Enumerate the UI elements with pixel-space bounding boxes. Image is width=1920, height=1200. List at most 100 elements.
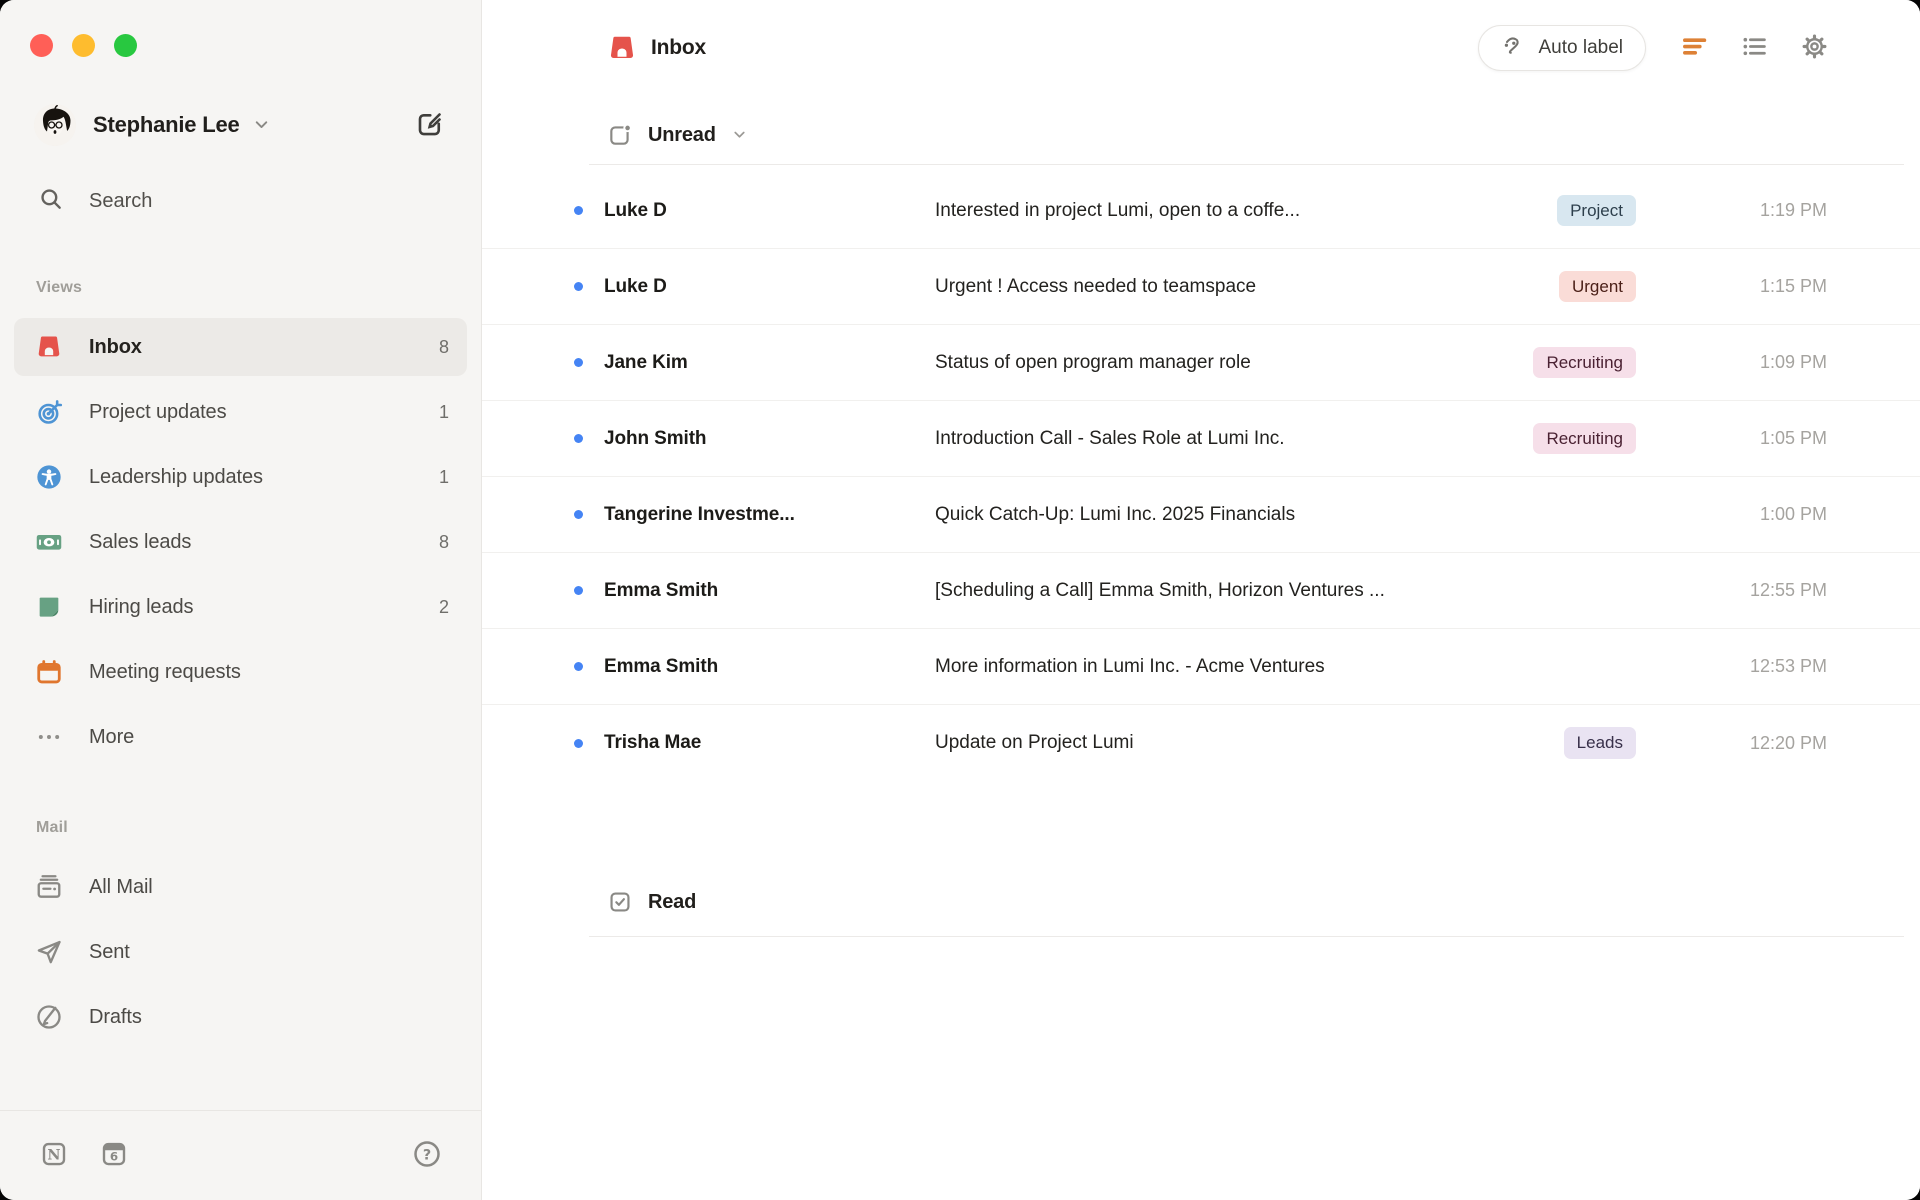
list-view-button[interactable] [1738,32,1770,64]
email-label-badge: Leads [1563,727,1636,759]
leadership-icon [35,463,63,491]
unread-icon [607,122,633,148]
email-row[interactable]: Trisha Mae Update on Project Lumi Leads … [482,705,1920,781]
search-icon [38,186,64,217]
calendar-day-icon: 6 [99,1139,129,1172]
sidebar-item[interactable]: Drafts [14,988,467,1046]
sidebar-item[interactable]: All Mail [14,858,467,916]
search-label: Search [89,189,153,212]
sidebar-item-label: More [89,725,135,748]
sidebar-item-label: Hiring leads [89,595,194,618]
settings-button[interactable] [1798,32,1830,64]
notion-calendar-app-button[interactable]: 6 [98,1140,130,1172]
notion-mail-app-button[interactable]: N [38,1140,70,1172]
unread-dot [574,510,583,519]
sidebar-item[interactable]: Meeting requests [14,643,467,701]
email-subject: [Scheduling a Call] Emma Smith, Horizon … [935,579,1385,601]
sidebar-item-count: 8 [438,336,449,357]
sidebar-item-label: Project updates [89,400,227,423]
window-close-button[interactable] [30,34,53,57]
email-label-badge: Recruiting [1533,422,1636,455]
email-subject: More information in Lumi Inc. - Acme Ven… [935,655,1325,677]
all-mail-icon [35,873,63,901]
email-time: 1:19 PM [1759,200,1827,220]
traffic-lights [0,0,481,57]
svg-text:N: N [47,1148,60,1164]
main-content: Inbox Auto label Unread Luke D Intereste… [482,0,1920,1200]
email-subject: Update on Project Lumi [935,732,1134,753]
unread-dot [574,738,583,748]
compose-button[interactable] [413,108,447,142]
email-sender: Trisha Mae [604,732,702,753]
money-icon [35,528,63,556]
profile-menu[interactable]: Stephanie Lee [0,103,481,147]
email-row[interactable]: Tangerine Investme... Quick Catch-Up: Lu… [482,477,1920,553]
sidebar-item[interactable]: Hiring leads 2 [14,578,467,636]
question-mark-icon: ? [412,1139,442,1172]
email-row[interactable]: Luke D Interested in project Lumi, open … [482,173,1920,249]
email-row[interactable]: John Smith Introduction Call - Sales Rol… [482,401,1920,477]
svg-text:?: ? [423,1147,431,1163]
gear-icon [1800,32,1829,64]
email-row[interactable]: Luke D Urgent ! Access needed to teamspa… [482,249,1920,325]
email-subject: Interested in project Lumi, open to a co… [935,199,1301,221]
email-subject: Urgent ! Access needed to teamspace [935,275,1257,297]
unread-group-header[interactable]: Unread [482,120,1920,150]
auto-label-button[interactable]: Auto label [1478,25,1646,71]
read-group-label: Read [648,890,697,913]
sidebar-item[interactable]: Sent [14,923,467,981]
window-minimize-button[interactable] [72,34,95,57]
email-label-badge: Project [1557,194,1636,227]
list-icon [1740,32,1769,64]
email-time: 1:09 PM [1759,352,1827,372]
sidebar-footer: N 6 ? [0,1110,481,1200]
chevron-down-icon [731,126,748,148]
unread-dot [574,662,583,671]
views-list: Inbox 8 Project updates 1 Leadership upd… [0,318,481,773]
sidebar-item-label: All Mail [89,875,153,898]
filter-button[interactable] [1678,32,1710,64]
inbox-red-icon [35,333,63,361]
sidebar-item[interactable]: Inbox 8 [14,318,467,376]
target-icon [35,398,63,426]
email-row[interactable]: Jane Kim Status of open program manager … [482,325,1920,401]
unread-dot [574,358,583,367]
unread-dot [574,206,583,215]
sidebar-item-count: 1 [438,466,449,487]
read-checkbox-icon [607,889,633,915]
email-row[interactable]: Emma Smith [Scheduling a Call] Emma Smit… [482,553,1920,629]
note-icon [35,593,63,621]
sidebar-item[interactable]: Sales leads 8 [14,513,467,571]
compose-icon [415,109,445,142]
email-time: 1:00 PM [1759,504,1827,524]
sidebar-item-label: Sales leads [89,530,192,553]
sidebar-item[interactable]: Leadership updates 1 [14,448,467,506]
paper-plane-icon [35,938,63,966]
email-row[interactable]: Emma Smith More information in Lumi Inc.… [482,629,1920,705]
calendar-orange-icon [35,658,63,686]
email-time: 12:55 PM [1749,580,1827,600]
read-group-header[interactable]: Read [482,887,1920,917]
sidebar-item-count: 1 [438,401,449,422]
unread-dot [574,282,583,291]
views-section-label: Views [36,279,83,296]
sidebar-item[interactable]: Project updates 1 [14,383,467,441]
email-sender: Emma Smith [604,655,719,677]
email-subject: Quick Catch-Up: Lumi Inc. 2025 Financial… [935,503,1296,525]
email-label-badge: Recruiting [1533,346,1636,379]
sidebar-item[interactable]: More [14,708,467,766]
mail-list: All Mail Sent Drafts [0,858,481,1053]
unread-dot [574,586,583,595]
sidebar-item-label: Meeting requests [89,660,241,683]
help-button[interactable]: ? [411,1140,443,1172]
window-zoom-button[interactable] [114,34,137,57]
svg-text:6: 6 [110,1150,118,1164]
avatar [34,104,76,146]
filter-icon [1680,32,1709,64]
auto-label-button-label: Auto label [1538,37,1623,58]
sidebar-item-count: 2 [438,596,449,617]
search-button[interactable]: Search [0,187,481,215]
email-subject: Introduction Call - Sales Role at Lumi I… [935,427,1285,449]
ellipsis-icon [35,723,63,751]
sidebar-item-count: 8 [438,531,449,552]
